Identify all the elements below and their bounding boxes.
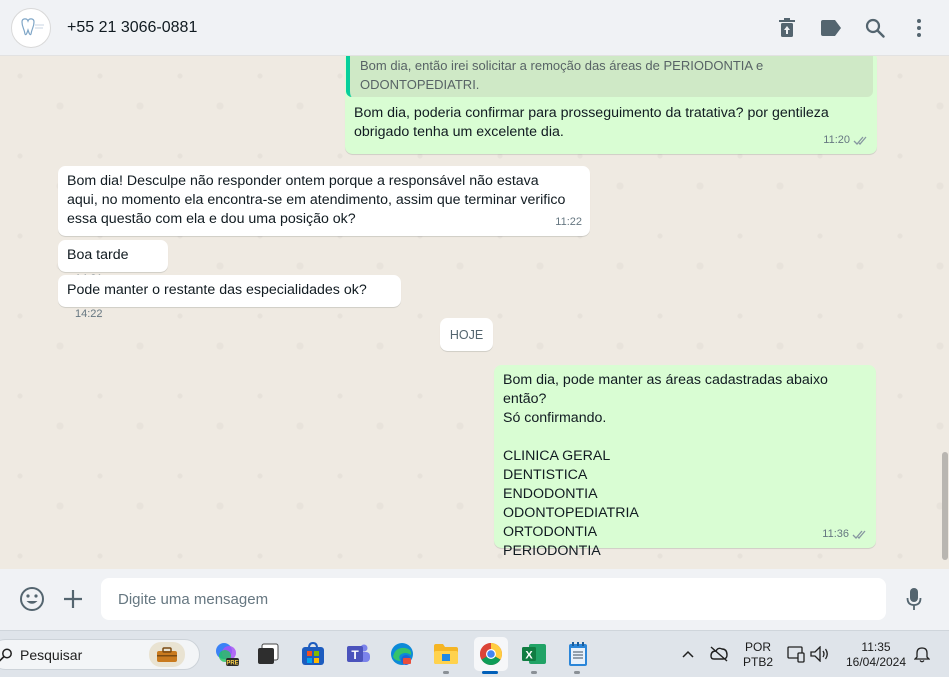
excel-icon[interactable]: X xyxy=(520,640,548,668)
message-text: Bom dia! Desculpe não responder ontem po… xyxy=(67,173,566,227)
contact-avatar[interactable] xyxy=(11,7,51,48)
input-language-indicator[interactable]: POR PTB2 xyxy=(741,640,775,670)
specialty-list-item: ENDODONTIA xyxy=(503,486,598,502)
attach-plus-icon[interactable] xyxy=(59,585,87,613)
svg-text:X: X xyxy=(525,650,533,662)
quoted-message[interactable]: Bom dia, então irei solicitar a remoção … xyxy=(346,56,873,97)
header-actions xyxy=(775,0,931,56)
label-tag-icon[interactable] xyxy=(819,16,843,40)
taskbar-search[interactable]: Pesquisar xyxy=(0,639,200,670)
message-composer xyxy=(0,569,949,630)
file-explorer-icon[interactable] xyxy=(432,640,460,668)
outgoing-message-bubble[interactable]: Bom dia, então irei solicitar a remoção … xyxy=(345,56,877,154)
message-input[interactable] xyxy=(101,578,886,620)
microsoft-store-icon[interactable] xyxy=(299,640,327,668)
clock-time: 11:35 xyxy=(861,640,891,654)
active-app-indicator xyxy=(482,671,498,674)
message-time: 11:20 xyxy=(823,134,850,146)
contact-name[interactable]: +55 21 3066-0881 xyxy=(67,19,197,37)
emoji-icon[interactable] xyxy=(18,585,46,613)
search-icon[interactable] xyxy=(863,16,887,40)
date-divider: HOJE xyxy=(440,318,493,351)
system-clock[interactable]: 11:35 16/04/2024 xyxy=(840,640,912,670)
tooth-logo-icon xyxy=(21,17,44,35)
message-meta: 11:20 xyxy=(823,131,869,150)
message-time: 11:22 xyxy=(555,216,582,228)
windows-taskbar: Pesquisar PRE T X POR PTB2 11:35 16/04/2… xyxy=(0,630,949,677)
volume-icon[interactable] xyxy=(809,640,831,668)
read-ticks-icon xyxy=(853,136,867,145)
specialty-list-item: PERIODONTIA xyxy=(503,543,601,559)
briefcase-icon[interactable] xyxy=(149,642,185,667)
chrome-browser-icon[interactable] xyxy=(474,637,508,671)
keyboard-layout-code: PTB2 xyxy=(742,655,773,669)
incoming-message-bubble[interactable]: Pode manter o restante das especialidade… xyxy=(58,275,401,320)
svg-text:PRE: PRE xyxy=(226,661,238,667)
chevron-up-icon[interactable] xyxy=(678,640,698,668)
microphone-icon[interactable] xyxy=(900,585,928,613)
language-code: POR xyxy=(744,640,771,654)
search-icon xyxy=(0,648,12,662)
running-indicator xyxy=(574,671,580,674)
outgoing-message-bubble[interactable]: Bom dia, pode manter as áreas cadastrada… xyxy=(494,365,876,559)
message-text: Pode manter o restante das especialidade… xyxy=(67,282,367,298)
incoming-message-bubble[interactable]: Bom dia! Desculpe não responder ontem po… xyxy=(58,166,590,236)
clock-date: 16/04/2024 xyxy=(845,655,907,669)
chat-scrollbar[interactable] xyxy=(942,452,948,560)
network-offline-icon[interactable] xyxy=(708,640,730,668)
edge-browser-icon[interactable] xyxy=(388,640,416,668)
teams-icon[interactable]: T xyxy=(344,640,372,668)
chat-area[interactable]: Bom dia, então irei solicitar a remoção … xyxy=(0,56,949,569)
menu-kebab-icon[interactable] xyxy=(907,16,931,40)
message-time: 14:22 xyxy=(75,308,103,320)
delete-icon[interactable] xyxy=(775,16,799,40)
copilot-preview-app-icon[interactable]: PRE xyxy=(213,640,241,668)
message-text: Boa tarde xyxy=(67,247,129,263)
running-indicator xyxy=(443,671,449,674)
chat-header: +55 21 3066-0881 xyxy=(0,0,949,56)
read-ticks-icon xyxy=(852,530,866,539)
tablet-mode-icon[interactable] xyxy=(785,640,807,668)
message-text: Bom dia, poderia confirmar para prossegu… xyxy=(354,105,829,140)
incoming-message-bubble[interactable]: Boa tarde14:21 xyxy=(58,240,168,285)
message-line: Só confirmando. xyxy=(503,410,607,426)
specialty-list-item: DENTISTICA xyxy=(503,467,588,483)
taskbar-search-label: Pesquisar xyxy=(20,646,83,663)
running-indicator xyxy=(531,671,537,674)
task-view-icon[interactable] xyxy=(254,640,282,668)
notepad-icon[interactable] xyxy=(564,640,592,668)
specialty-list-item: ODONTOPEDIATRIA xyxy=(503,505,639,521)
notification-bell-icon[interactable] xyxy=(912,640,932,668)
message-meta: 11:36 xyxy=(822,525,868,544)
message-line: Bom dia, pode manter as áreas cadastrada… xyxy=(503,372,828,407)
specialty-list-item: ORTODONTIA xyxy=(503,524,598,540)
specialty-list-item: CLINICA GERAL xyxy=(503,448,611,464)
message-time: 11:36 xyxy=(822,528,849,540)
message-meta: 11:22 xyxy=(555,213,582,232)
svg-text:T: T xyxy=(351,648,359,662)
quoted-message-text: Bom dia, então irei solicitar a remoção … xyxy=(360,58,764,92)
